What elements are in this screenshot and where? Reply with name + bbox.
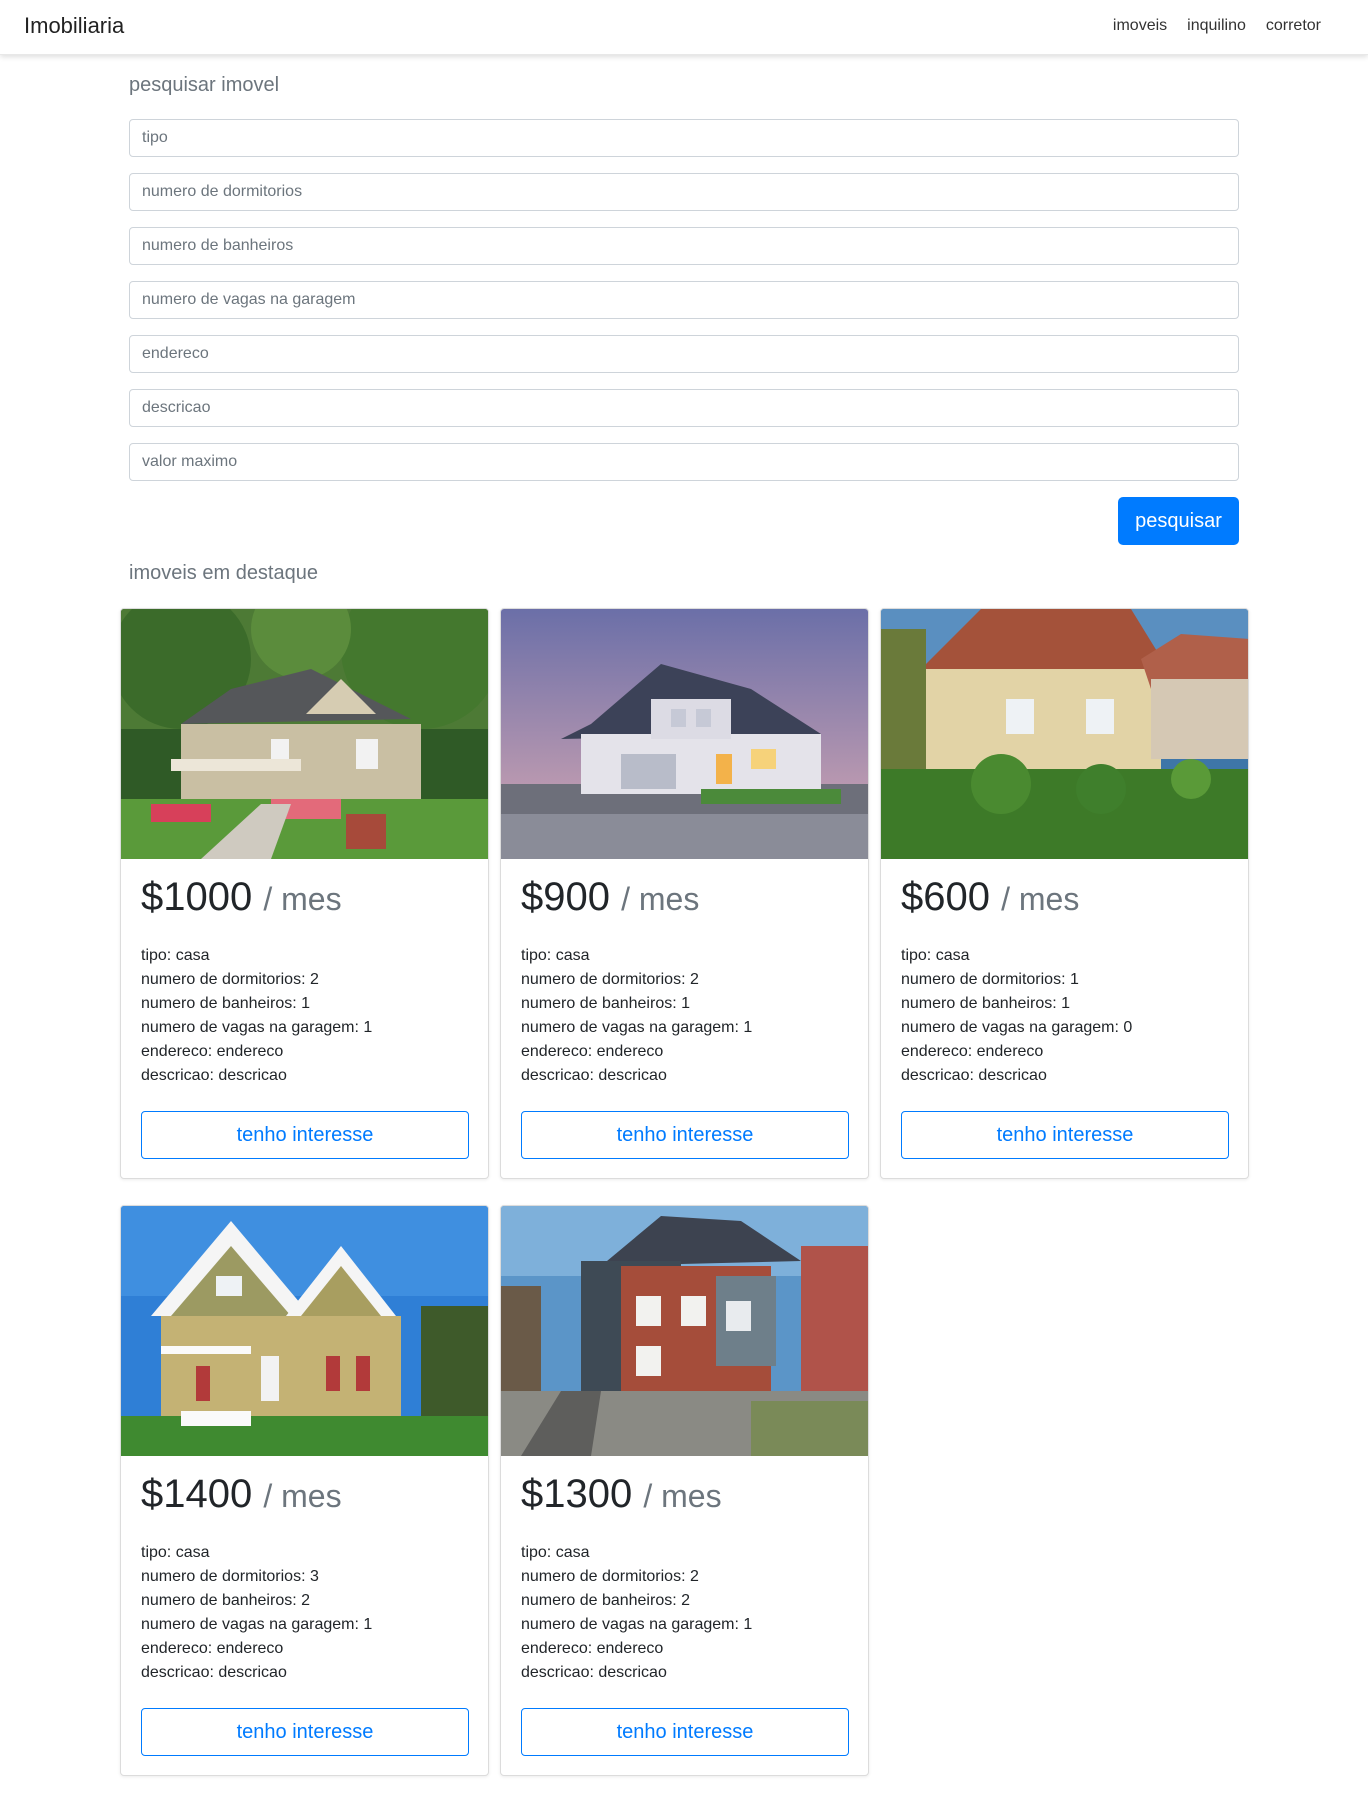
spec-tipo: tipo: casa <box>901 947 970 964</box>
spec-dormitorios: numero de dormitorios: 2 <box>521 971 699 988</box>
listing-specs: tipo: casa numero de dormitorios: 3 nume… <box>141 1541 372 1685</box>
nav-link-inquilino[interactable]: inquilino <box>1187 17 1246 35</box>
descricao-input[interactable] <box>129 389 1239 427</box>
spec-descricao: descricao: descricao <box>141 1664 287 1681</box>
dormitorios-input[interactable] <box>129 173 1239 211</box>
listing-card: $1400 / mes tipo: casa numero de dormito… <box>120 1205 489 1776</box>
search-button[interactable]: pesquisar <box>1118 497 1239 545</box>
listing-specs: tipo: casa numero de dormitorios: 1 nume… <box>901 944 1132 1088</box>
listing-price: $900 / mes <box>521 875 699 920</box>
listing-specs: tipo: casa numero de dormitorios: 2 nume… <box>141 944 372 1088</box>
spec-descricao: descricao: descricao <box>901 1067 1047 1084</box>
spec-banheiros: numero de banheiros: 2 <box>141 1592 310 1609</box>
interest-button[interactable]: tenho interesse <box>901 1111 1229 1159</box>
search-title: pesquisar imovel <box>129 74 280 96</box>
spec-descricao: descricao: descricao <box>521 1664 667 1681</box>
listing-specs: tipo: casa numero de dormitorios: 2 nume… <box>521 1541 752 1685</box>
price-period: / mes <box>621 881 700 917</box>
house-photo <box>881 609 1248 859</box>
spec-tipo: tipo: casa <box>141 1544 210 1561</box>
nav-link-imoveis[interactable]: imoveis <box>1113 17 1167 35</box>
listing-card: $600 / mes tipo: casa numero de dormitor… <box>880 608 1249 1179</box>
nav-link-corretor[interactable]: corretor <box>1266 17 1321 35</box>
valor-maximo-input[interactable] <box>129 443 1239 481</box>
brand-logo[interactable]: Imobiliaria <box>24 13 124 39</box>
spec-vagas: numero de vagas na garagem: 1 <box>521 1616 753 1633</box>
spec-tipo: tipo: casa <box>141 947 210 964</box>
spec-vagas: numero de vagas na garagem: 0 <box>901 1019 1133 1036</box>
listing-card: $900 / mes tipo: casa numero de dormitor… <box>500 608 869 1179</box>
spec-tipo: tipo: casa <box>521 1544 590 1561</box>
listing-price: $1300 / mes <box>521 1472 722 1517</box>
spec-dormitorios: numero de dormitorios: 3 <box>141 1568 319 1585</box>
spec-dormitorios: numero de dormitorios: 2 <box>141 971 319 988</box>
spec-dormitorios: numero de dormitorios: 1 <box>901 971 1079 988</box>
tipo-input[interactable] <box>129 119 1239 157</box>
spec-banheiros: numero de banheiros: 2 <box>521 1592 690 1609</box>
spec-banheiros: numero de banheiros: 1 <box>141 995 310 1012</box>
price-value: $600 <box>901 875 990 919</box>
listing-card: $1300 / mes tipo: casa numero de dormito… <box>500 1205 869 1776</box>
spec-vagas: numero de vagas na garagem: 1 <box>141 1616 373 1633</box>
price-value: $1400 <box>141 1472 253 1516</box>
interest-button[interactable]: tenho interesse <box>141 1111 469 1159</box>
spec-endereco: endereco: endereco <box>521 1043 664 1060</box>
spec-banheiros: numero de banheiros: 1 <box>521 995 690 1012</box>
spec-endereco: endereco: endereco <box>901 1043 1044 1060</box>
price-value: $900 <box>521 875 610 919</box>
spec-endereco: endereco: endereco <box>141 1043 284 1060</box>
spec-dormitorios: numero de dormitorios: 2 <box>521 1568 699 1585</box>
price-period: / mes <box>1001 881 1080 917</box>
interest-button[interactable]: tenho interesse <box>521 1708 849 1756</box>
spec-endereco: endereco: endereco <box>141 1640 284 1657</box>
price-value: $1000 <box>141 875 253 919</box>
navbar: Imobiliaria imoveis inquilino corretor <box>0 0 1368 55</box>
price-period: / mes <box>643 1478 722 1514</box>
price-value: $1300 <box>521 1472 633 1516</box>
listing-price: $600 / mes <box>901 875 1079 920</box>
spec-vagas: numero de vagas na garagem: 1 <box>141 1019 373 1036</box>
spec-endereco: endereco: endereco <box>521 1640 664 1657</box>
price-period: / mes <box>263 881 342 917</box>
banheiros-input[interactable] <box>129 227 1239 265</box>
price-period: / mes <box>263 1478 342 1514</box>
listing-price: $1400 / mes <box>141 1472 342 1517</box>
house-photo <box>501 609 868 859</box>
spec-descricao: descricao: descricao <box>521 1067 667 1084</box>
endereco-input[interactable] <box>129 335 1239 373</box>
house-photo <box>501 1206 868 1456</box>
interest-button[interactable]: tenho interesse <box>141 1708 469 1756</box>
spec-tipo: tipo: casa <box>521 947 590 964</box>
featured-title: imoveis em destaque <box>129 562 318 584</box>
spec-descricao: descricao: descricao <box>141 1067 287 1084</box>
interest-button[interactable]: tenho interesse <box>521 1111 849 1159</box>
house-photo <box>121 609 488 859</box>
spec-vagas: numero de vagas na garagem: 1 <box>521 1019 753 1036</box>
listing-specs: tipo: casa numero de dormitorios: 2 nume… <box>521 944 752 1088</box>
house-photo <box>121 1206 488 1456</box>
listing-price: $1000 / mes <box>141 875 342 920</box>
vagas-garagem-input[interactable] <box>129 281 1239 319</box>
spec-banheiros: numero de banheiros: 1 <box>901 995 1070 1012</box>
nav-links: imoveis inquilino corretor <box>1113 17 1321 35</box>
listing-card: $1000 / mes tipo: casa numero de dormito… <box>120 608 489 1179</box>
